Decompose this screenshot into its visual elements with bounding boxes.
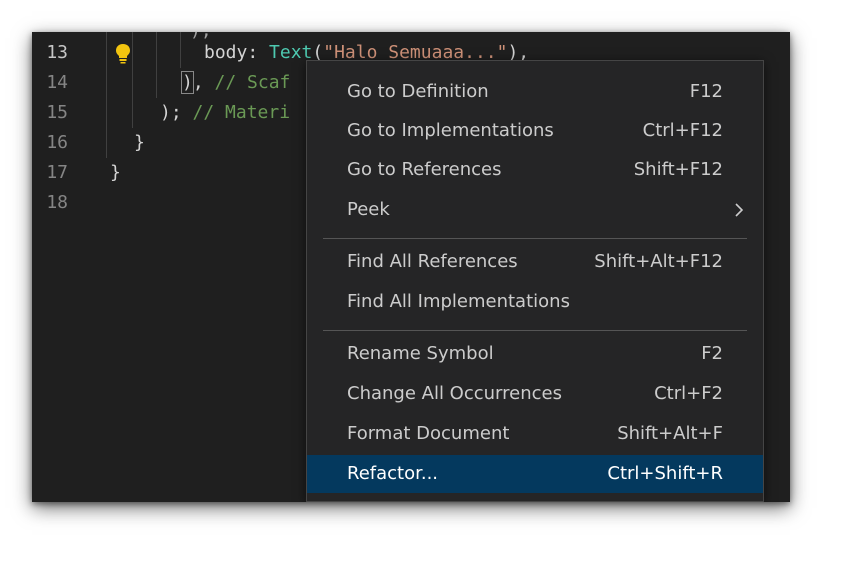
screenshot-frame: ), 13 body: Text("Halo Semuaaa..."), 14 … <box>32 32 790 502</box>
context-menu[interactable]: Go to Definition F12 Go to Implementatio… <box>306 60 764 502</box>
menu-item-shortcut: Shift+Alt+F12 <box>594 251 723 272</box>
menu-item-label: Format Document <box>347 423 510 444</box>
code-punct: ); <box>160 102 182 123</box>
menu-separator <box>323 330 747 331</box>
menu-item-shortcut: Ctrl+F12 <box>642 120 723 141</box>
indent-guide <box>180 32 181 68</box>
menu-item-label: Peek <box>347 199 390 220</box>
lightbulb-icon[interactable] <box>112 42 134 64</box>
matched-bracket: ) <box>181 71 194 94</box>
menu-item-refactor[interactable]: Refactor... Ctrl+Shift+R <box>307 455 763 493</box>
menu-item-go-to-implementations[interactable]: Go to Implementations Ctrl+F12 <box>307 112 763 150</box>
menu-separator <box>323 238 747 239</box>
menu-item-peek[interactable]: Peek <box>307 191 763 229</box>
menu-item-find-all-references[interactable]: Find All References Shift+Alt+F12 <box>307 243 763 281</box>
line-number: 18 <box>46 192 68 213</box>
code-text: ); // Materi <box>160 98 290 128</box>
indent-guide <box>156 32 157 98</box>
code-comment: // Materi <box>192 102 291 123</box>
menu-item-label: Go to Definition <box>347 81 489 102</box>
menu-item-go-to-references[interactable]: Go to References Shift+F12 <box>307 151 763 189</box>
line-number: 14 <box>46 72 68 93</box>
chevron-right-icon <box>735 203 744 217</box>
menu-item-format-document[interactable]: Format Document Shift+Alt+F <box>307 415 763 453</box>
menu-item-shortcut: F12 <box>689 81 723 102</box>
line-number: 15 <box>46 102 68 123</box>
menu-item-find-all-implementations[interactable]: Find All Implementations <box>307 283 763 321</box>
menu-item-change-all-occurrences[interactable]: Change All Occurrences Ctrl+F2 <box>307 375 763 413</box>
line-number: 13 <box>46 42 68 63</box>
menu-item-shortcut: Ctrl+F2 <box>654 383 723 404</box>
line-number: 16 <box>46 132 68 153</box>
menu-item-label: Go to Implementations <box>347 120 554 141</box>
code-comment: // Scaf <box>214 72 291 93</box>
indent-guide <box>106 32 107 158</box>
line-number: 17 <box>46 162 68 183</box>
code-prefix: body: <box>204 42 270 63</box>
menu-item-rename-symbol[interactable]: Rename Symbol F2 <box>307 335 763 373</box>
code-text: } <box>134 132 145 153</box>
menu-item-label: Rename Symbol <box>347 343 494 364</box>
code-text: } <box>110 162 121 183</box>
menu-item-go-to-definition[interactable]: Go to Definition F12 <box>307 73 763 111</box>
menu-item-label: Find All Implementations <box>347 291 570 312</box>
menu-item-shortcut: F2 <box>701 343 723 364</box>
menu-item-label: Go to References <box>347 159 502 180</box>
indent-guide <box>132 32 133 128</box>
menu-item-label: Find All References <box>347 251 518 272</box>
menu-item-shortcut: Shift+Alt+F <box>617 423 723 444</box>
menu-item-shortcut: Ctrl+Shift+R <box>607 463 723 484</box>
code-text: ), // Scaf <box>181 68 291 98</box>
menu-item-label: Change All Occurrences <box>347 383 562 404</box>
menu-item-shortcut: Shift+F12 <box>633 159 723 180</box>
code-comma: , <box>192 72 204 93</box>
menu-item-label: Refactor... <box>347 463 439 484</box>
